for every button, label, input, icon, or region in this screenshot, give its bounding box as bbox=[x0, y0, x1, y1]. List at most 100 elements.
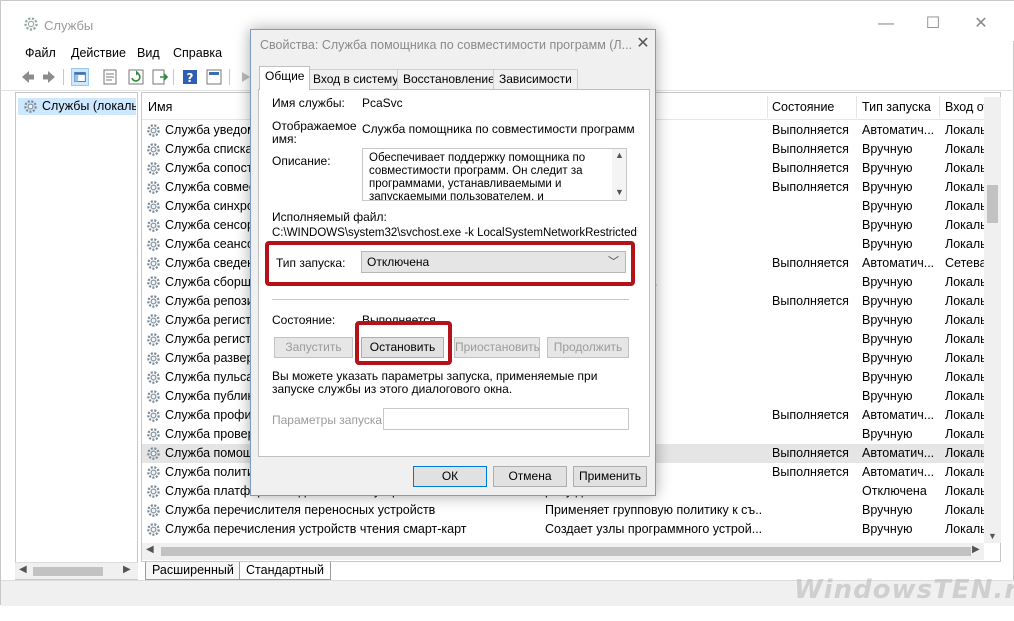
service-name-value[interactable]: PcaSvc bbox=[362, 96, 403, 110]
service-startup-type: Вручную bbox=[862, 199, 913, 213]
tab-recovery[interactable]: Восстановление bbox=[397, 69, 501, 89]
scroll-left-icon[interactable]: ◀ bbox=[19, 564, 27, 575]
column-logon-as[interactable]: Вход от bbox=[945, 100, 989, 114]
service-state: Выполняется bbox=[772, 446, 849, 460]
service-properties-dialog: Свойства: Служба помощника по совместимо… bbox=[250, 29, 656, 496]
column-startup-type[interactable]: Тип запуска bbox=[862, 100, 931, 114]
service-startup-type: Автоматич... bbox=[862, 256, 935, 270]
service-state: Выполняется bbox=[772, 256, 849, 270]
display-name-label: Отображаемое имя: bbox=[272, 119, 357, 146]
gear-icon bbox=[147, 162, 160, 175]
service-startup-type: Автоматич... bbox=[862, 123, 935, 137]
service-startup-type: Вручную bbox=[862, 237, 913, 251]
tab-standard[interactable]: Стандартный bbox=[239, 562, 331, 580]
refresh-icon[interactable] bbox=[127, 68, 145, 86]
list-vertical-scrollbar[interactable] bbox=[984, 97, 1001, 543]
close-button[interactable]: ✕ bbox=[966, 11, 996, 37]
gear-icon bbox=[147, 219, 160, 232]
tree-item-services-local[interactable]: Службы (локальные) bbox=[18, 98, 136, 115]
table-row[interactable]: Служба перечислителя переносных устройст… bbox=[142, 501, 985, 520]
service-startup-type: Вручную bbox=[862, 313, 913, 327]
scroll-right-icon[interactable]: ▶ bbox=[972, 544, 980, 555]
list-horizontal-scroll-thumb[interactable] bbox=[161, 547, 971, 556]
service-name-label: Имя службы: bbox=[272, 96, 345, 110]
ok-button[interactable]: ОК bbox=[413, 466, 487, 487]
startup-type-select[interactable]: Отключена ﹀ bbox=[361, 251, 626, 273]
tab-logon[interactable]: Вход в систему bbox=[307, 69, 405, 89]
service-logon-as: Локаль bbox=[945, 237, 985, 251]
gear-icon bbox=[147, 257, 160, 270]
service-startup-type: Вручную bbox=[862, 161, 913, 175]
service-startup-type: Вручную bbox=[862, 332, 913, 346]
gear-icon bbox=[147, 485, 160, 498]
executable-path[interactable]: C:\WINDOWS\system32\svchost.exe -k Local… bbox=[272, 227, 637, 239]
cancel-button[interactable]: Отмена bbox=[493, 466, 567, 487]
apply-button[interactable]: Применить bbox=[573, 466, 647, 487]
menu-file[interactable]: Файл bbox=[25, 46, 56, 60]
service-startup-type: Вручную bbox=[862, 351, 913, 365]
forward-arrow-icon[interactable] bbox=[40, 68, 58, 86]
service-logon-as: Локаль bbox=[945, 142, 985, 156]
resume-button[interactable]: Продолжить bbox=[547, 337, 629, 358]
menu-action[interactable]: Действие bbox=[71, 46, 126, 60]
scroll-down-icon[interactable]: ▼ bbox=[988, 531, 997, 541]
service-startup-type: Вручную bbox=[862, 370, 913, 384]
table-row[interactable]: Служба перечисления устройств чтения сма… bbox=[142, 520, 985, 539]
display-name-value[interactable]: Служба помощника по совместимости програ… bbox=[362, 122, 635, 136]
start-button[interactable]: Запустить bbox=[274, 337, 353, 358]
tree-scroll-thumb[interactable] bbox=[33, 567, 103, 576]
menu-view[interactable]: Вид bbox=[137, 46, 160, 60]
back-arrow-icon[interactable] bbox=[19, 68, 37, 86]
column-state[interactable]: Состояние bbox=[772, 100, 834, 114]
service-logon-as: Локаль bbox=[945, 332, 985, 346]
tab-general[interactable]: Общие bbox=[259, 66, 311, 90]
minimize-button[interactable]: — bbox=[871, 11, 901, 37]
chevron-down-icon: ﹀ bbox=[608, 256, 619, 268]
gear-icon bbox=[147, 352, 160, 365]
tree-item-label: Службы (локальные) bbox=[42, 99, 136, 113]
service-startup-type: Вручную bbox=[862, 218, 913, 232]
gear-icon bbox=[24, 100, 37, 113]
description-scrollbar[interactable]: ▲ ▼ bbox=[612, 149, 626, 200]
description-box[interactable]: Обеспечивает поддержку помощника по совм… bbox=[362, 148, 627, 201]
maximize-button[interactable]: ☐ bbox=[918, 11, 948, 37]
stop-button[interactable]: Остановить bbox=[361, 337, 444, 358]
scroll-up-icon[interactable]: ▲ bbox=[615, 150, 624, 160]
service-startup-type: Вручную bbox=[862, 427, 913, 441]
console-tree: Службы (локальные) bbox=[15, 92, 138, 580]
dialog-close-button[interactable]: ✕ bbox=[633, 34, 653, 54]
service-logon-as: Локаль bbox=[945, 446, 985, 460]
service-state: Выполняется bbox=[772, 294, 849, 308]
list-vertical-scroll-thumb[interactable] bbox=[987, 185, 998, 223]
service-logon-as: Локаль bbox=[945, 465, 985, 479]
service-logon-as: Локаль bbox=[945, 484, 985, 498]
console-tree-icon[interactable] bbox=[71, 68, 89, 86]
tree-horizontal-scrollbar[interactable]: ◀ ▶ bbox=[15, 562, 138, 579]
column-name[interactable]: Имя bbox=[148, 100, 172, 114]
service-startup-type: Вручную bbox=[862, 275, 913, 289]
menu-help[interactable]: Справка bbox=[173, 46, 222, 60]
gear-icon bbox=[147, 200, 160, 213]
service-logon-as: Локаль bbox=[945, 503, 985, 517]
gear-icon bbox=[147, 181, 160, 194]
tab-extended[interactable]: Расширенный bbox=[145, 562, 241, 580]
tab-dependencies[interactable]: Зависимости bbox=[493, 69, 578, 89]
scroll-left-icon[interactable]: ◀ bbox=[146, 544, 154, 555]
scroll-right-icon[interactable]: ▶ bbox=[123, 564, 131, 575]
dialog-title: Свойства: Служба помощника по совместимо… bbox=[260, 38, 633, 52]
service-logon-as: Локаль bbox=[945, 218, 985, 232]
service-logon-as: Локаль bbox=[945, 180, 985, 194]
description-text: Обеспечивает поддержку помощника по совм… bbox=[369, 152, 586, 201]
gear-icon bbox=[147, 238, 160, 251]
view-icon[interactable] bbox=[205, 68, 223, 86]
export-list-icon[interactable] bbox=[151, 68, 169, 86]
service-logon-as: Локаль bbox=[945, 427, 985, 441]
help-icon[interactable]: ? bbox=[181, 68, 199, 86]
service-logon-as: Локаль bbox=[945, 123, 985, 137]
gear-icon bbox=[147, 409, 160, 422]
pause-button[interactable]: Приостановить bbox=[454, 337, 540, 358]
properties-sheet-icon[interactable] bbox=[101, 68, 119, 86]
scroll-down-icon[interactable]: ▼ bbox=[615, 187, 624, 197]
startup-params-input[interactable] bbox=[383, 408, 629, 430]
state-label: Состояние: bbox=[272, 313, 336, 327]
